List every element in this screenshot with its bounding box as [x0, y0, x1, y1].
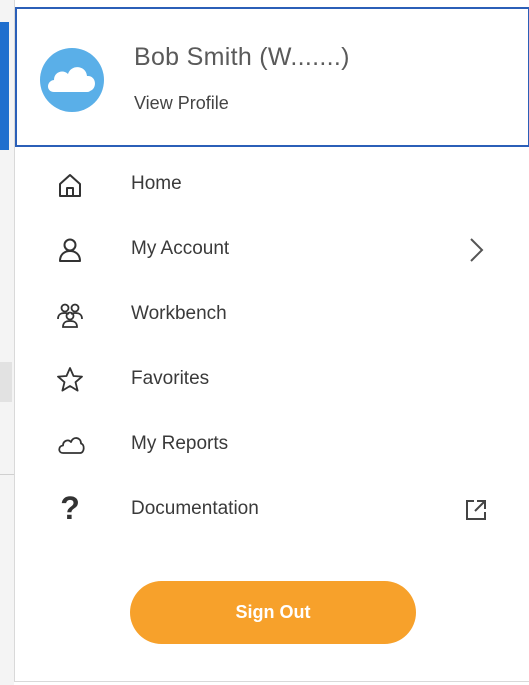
menu-item-label: My Reports [131, 433, 229, 454]
menu-item-label: My Account [131, 238, 230, 259]
sign-out-button[interactable]: Sign Out [130, 581, 416, 644]
external-link-icon [461, 495, 491, 525]
menu-item-favorites[interactable]: Favorites [15, 355, 528, 405]
menu-item-my-account[interactable]: My Account [15, 225, 528, 275]
view-profile-link[interactable]: View Profile [134, 93, 229, 114]
background-divider [0, 474, 14, 475]
menu-item-label: Favorites [131, 368, 210, 389]
home-icon [55, 170, 85, 200]
cloud-avatar-icon [40, 48, 104, 112]
menu-item-workbench[interactable]: Workbench [15, 290, 528, 340]
background-block [0, 362, 12, 402]
profile-name: Bob Smith (W.......) [134, 43, 350, 71]
page: Bob Smith (W.......) View Profile Home M… [0, 0, 529, 685]
chevron-right-icon [461, 235, 491, 265]
background-accent-bar [0, 22, 9, 150]
profile-header[interactable]: Bob Smith (W.......) View Profile [15, 7, 529, 147]
star-icon [55, 365, 85, 395]
menu-item-home[interactable]: Home [15, 160, 528, 210]
menu-item-documentation[interactable]: ? Documentation [15, 485, 528, 535]
people-group-icon [55, 300, 85, 330]
person-icon [55, 235, 85, 265]
question-icon: ? [60, 490, 80, 526]
menu-item-label: Workbench [131, 303, 227, 324]
menu-item-label: Home [131, 173, 182, 194]
menu-item-my-reports[interactable]: My Reports [15, 420, 528, 470]
cloud-icon [55, 430, 85, 460]
profile-menu: Bob Smith (W.......) View Profile Home M… [14, 0, 529, 682]
menu-item-label: Documentation [131, 498, 259, 519]
